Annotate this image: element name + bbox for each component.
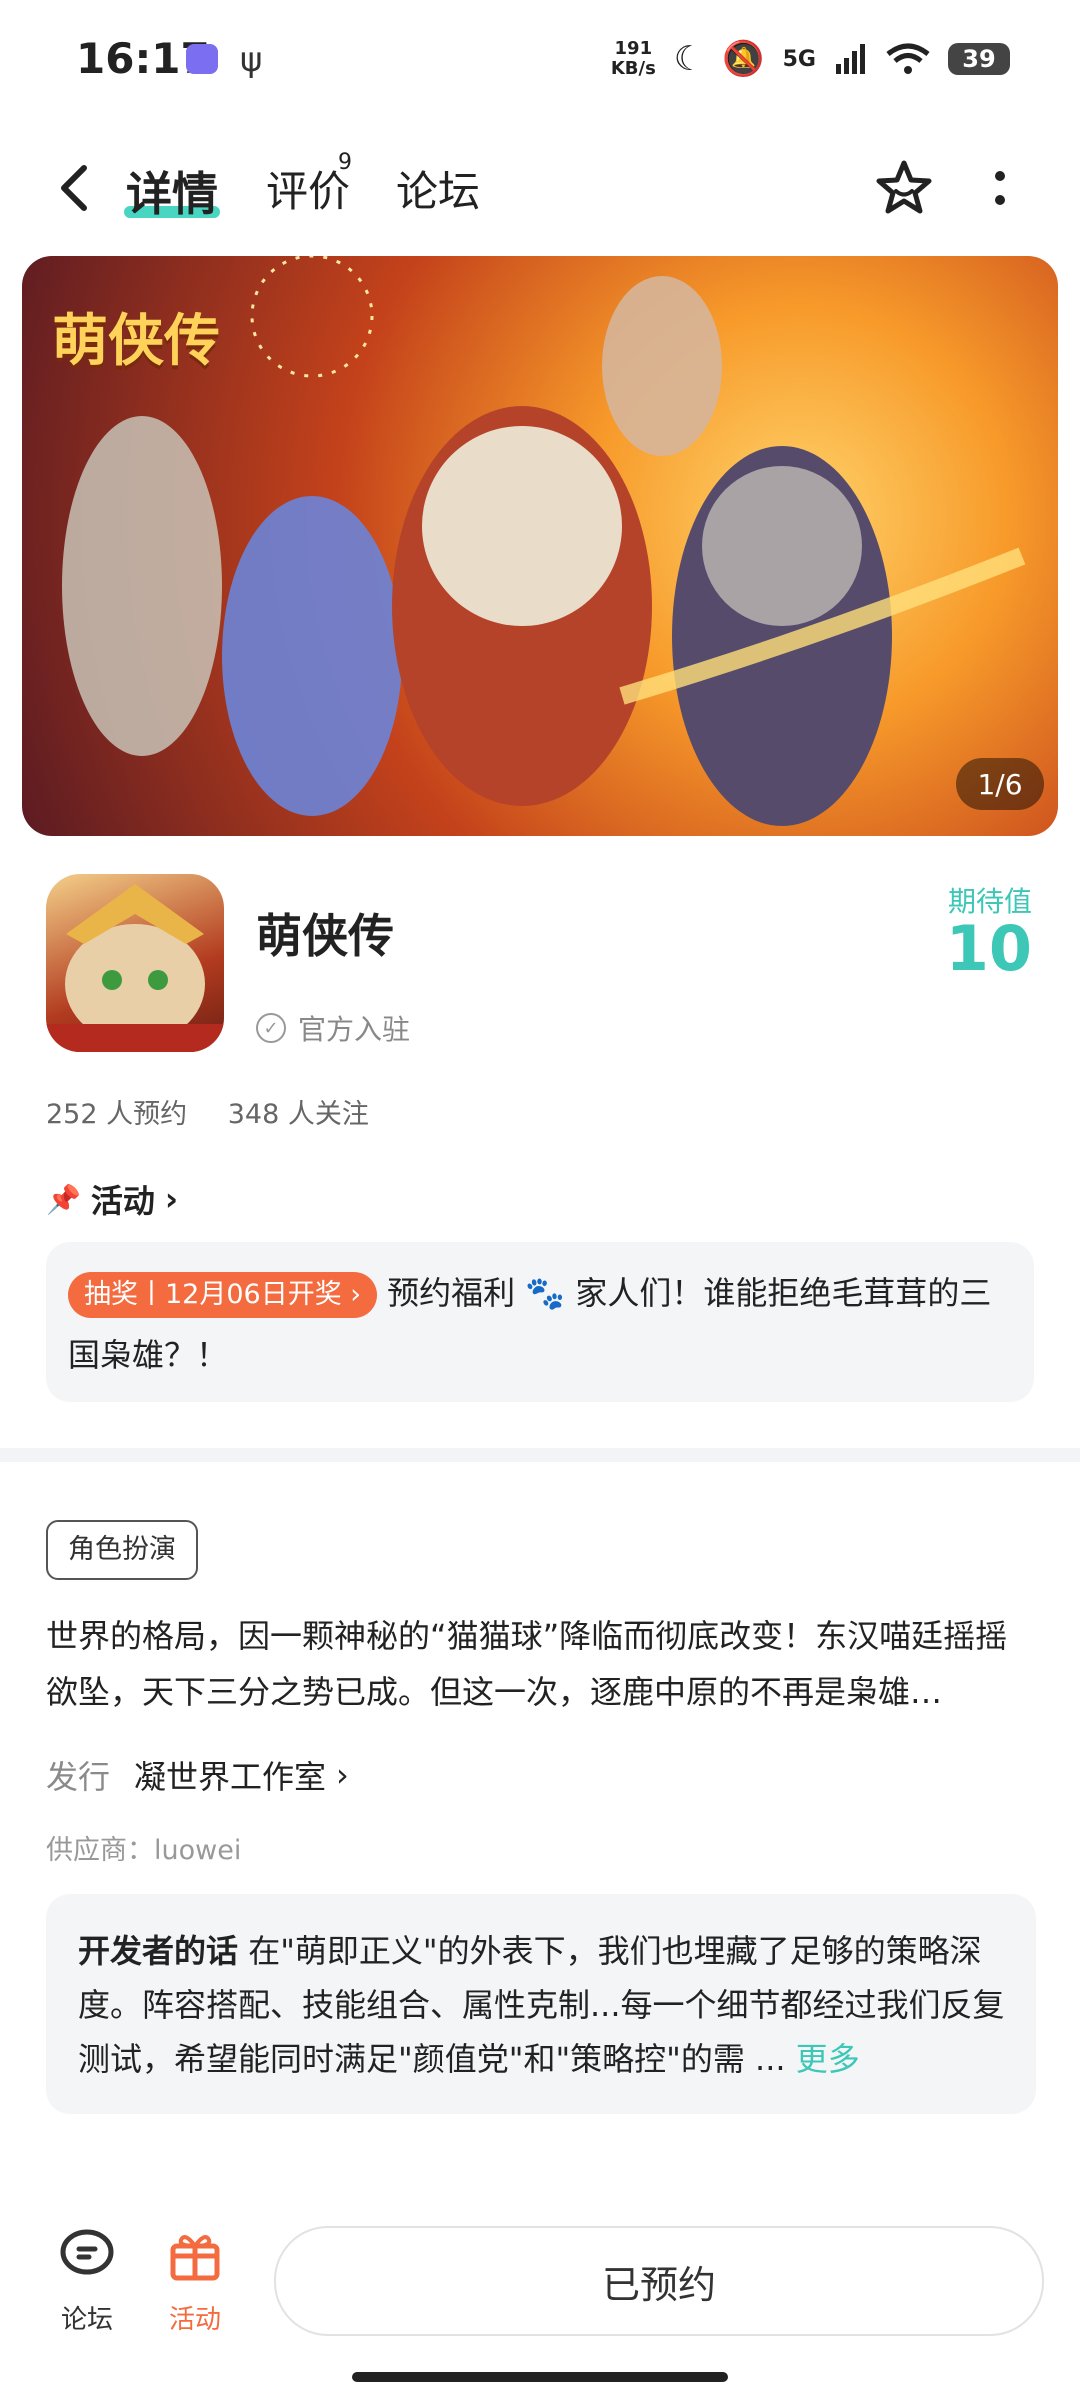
official-badge: ✓ 官方入驻 [256, 1008, 410, 1048]
status-right-group: 191 KB/s ☾ 🔕 5G 39 [611, 34, 1010, 84]
back-arrow-icon[interactable] [50, 158, 100, 218]
more-options-icon[interactable] [980, 158, 1020, 218]
wifi-icon [886, 43, 930, 74]
battery-indicator: 39 [948, 43, 1010, 75]
gift-icon [170, 2235, 220, 2281]
activity-text: 抽奖丨12月06日开奖 › 预约福利 🐾 家人们！谁能拒绝毛茸茸的三国枭雄？！ [68, 1262, 1012, 1386]
check-circle-icon: ✓ [256, 1013, 286, 1043]
top-nav: 详情 评价 9 论坛 [0, 140, 1080, 240]
mute-bell-icon: 🔕 [722, 39, 765, 79]
pin-icon: 📌 [46, 1182, 81, 1216]
chevron-right-icon: › [336, 1756, 349, 1794]
reservation-count: 252 人预约 [46, 1099, 188, 1130]
game-title: 萌侠传 [256, 909, 394, 963]
game-description[interactable]: 世界的格局，因一颗神秘的“猫猫球”降临而彻底改变！东汉喵廷摇摇欲坠，天下三分之势… [46, 1608, 1036, 1720]
carousel-counter: 1/6 [956, 758, 1044, 810]
chevron-right-icon: › [164, 1180, 179, 1218]
reserved-button[interactable]: 已预约 [274, 2226, 1044, 2336]
home-indicator[interactable] [352, 2372, 728, 2382]
developer-note-card[interactable]: 开发者的话 在"萌即正义"的外表下，我们也埋藏了足够的策略深度。阵容搭配、技能组… [46, 1894, 1036, 2114]
bottom-activity-label: 活动 [168, 2305, 221, 2335]
activity-section-link[interactable]: 📌 活动 › [46, 1176, 178, 1222]
developer-note-title: 开发者的话 [78, 1932, 239, 1970]
lottery-badge[interactable]: 抽奖丨12月06日开奖 › [68, 1272, 378, 1318]
network-speed-unit: KB/s [610, 58, 656, 79]
publisher-name: 凝世界工作室 [134, 1758, 327, 1796]
app-notification-icon [186, 44, 218, 74]
activity-text-before-icon: 预约福利 [387, 1274, 516, 1312]
network-type: 5G [782, 46, 816, 72]
genre-tag[interactable]: 角色扮演 [46, 1520, 198, 1580]
network-speed-value: 191 [614, 38, 653, 59]
paw-icon: 🐾 [525, 1274, 566, 1312]
game-stats: 252 人预约 348 人关注 [46, 1092, 401, 1131]
tab-details[interactable]: 详情 [126, 158, 218, 224]
supplier-text: 供应商：luowei [46, 1835, 242, 1866]
chat-bubble-icon [60, 2229, 114, 2275]
publisher-row[interactable]: 发行 凝世界工作室 › [46, 1752, 349, 1798]
usb-icon: ψ [240, 40, 263, 80]
tab-forum[interactable]: 论坛 [396, 158, 480, 219]
follower-count: 348 人关注 [227, 1099, 369, 1130]
status-bar: 16:17 ψ 191 KB/s ☾ 🔕 5G 39 [0, 0, 1080, 120]
activity-card[interactable]: 抽奖丨12月06日开奖 › 预约福利 🐾 家人们！谁能拒绝毛茸茸的三国枭雄？！ [46, 1242, 1034, 1402]
lottery-badge-text: 抽奖丨12月06日开奖 [84, 1279, 342, 1310]
game-logo: 萌侠传 [52, 309, 220, 374]
section-divider [0, 1448, 1080, 1462]
moon-icon: ☾ [673, 39, 705, 79]
screenshot-carousel[interactable]: 萌侠传 1/6 [22, 256, 1058, 836]
activity-heading: 活动 [90, 1182, 155, 1220]
network-speed: 191 KB/s [611, 39, 656, 79]
bottom-action-bar: 论坛 活动 已预约 [0, 2190, 1080, 2400]
publisher-label: 发行 [46, 1758, 111, 1796]
signal-icon [836, 44, 865, 74]
bottom-forum-button[interactable]: 论坛 [42, 2224, 132, 2336]
bottom-forum-label: 论坛 [60, 2305, 113, 2335]
reviews-count-badge: 9 [338, 150, 352, 175]
expectation-value: 10 [945, 912, 1032, 985]
developer-note: 开发者的话 在"萌即正义"的外表下，我们也埋藏了足够的策略深度。阵容搭配、技能组… [78, 1924, 1008, 2086]
more-link[interactable]: 更多 [796, 2040, 860, 2078]
favorite-star-icon[interactable] [874, 158, 934, 218]
official-label: 官方入驻 [298, 1013, 411, 1046]
game-app-icon [46, 874, 224, 1052]
bottom-activity-button[interactable]: 活动 [150, 2224, 240, 2336]
